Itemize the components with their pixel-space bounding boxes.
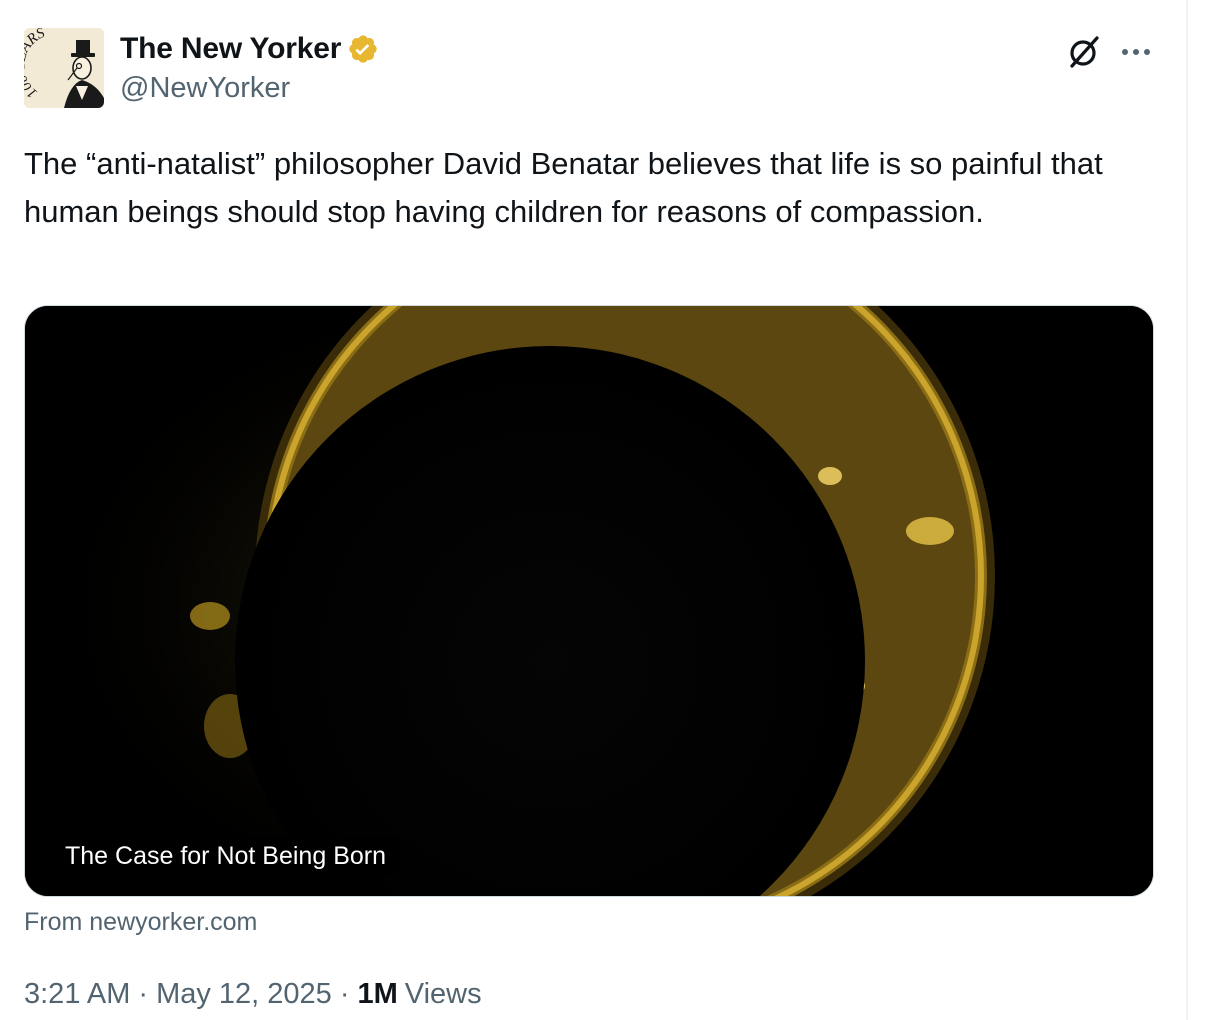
card-title: The Case for Not Being Born	[53, 836, 398, 876]
views-label: Views	[404, 978, 482, 1010]
tweet-time[interactable]: 3:21 AM	[24, 978, 130, 1011]
eclipse-image	[25, 306, 1153, 896]
tweet-date[interactable]: May 12, 2025	[156, 978, 332, 1011]
views-count: 1M	[357, 978, 398, 1010]
author-info: The New Yorker @NewYorker	[120, 30, 379, 105]
grok-icon[interactable]	[1064, 32, 1104, 72]
display-name-row: The New Yorker	[120, 30, 379, 68]
more-options-icon[interactable]	[1114, 32, 1158, 72]
avatar[interactable]: 100 YEARS	[24, 28, 104, 108]
eustace-tilley-logo: 100 YEARS	[24, 28, 104, 108]
verified-badge-icon[interactable]	[347, 33, 379, 65]
card-source[interactable]: From newyorker.com	[24, 908, 257, 937]
meta-separator: ·	[339, 978, 350, 1010]
author-handle[interactable]: @NewYorker	[120, 72, 379, 105]
display-name[interactable]: The New Yorker	[120, 32, 341, 66]
tweet-meta: 3:21 AM · May 12, 2025 · 1M Views	[24, 978, 482, 1011]
tweet-text: The “anti-natalist” philosopher David Be…	[24, 146, 1103, 229]
link-card[interactable]: The Case for Not Being Born	[24, 305, 1154, 897]
meta-separator: ·	[138, 978, 149, 1010]
timeline-divider	[1186, 0, 1188, 1020]
